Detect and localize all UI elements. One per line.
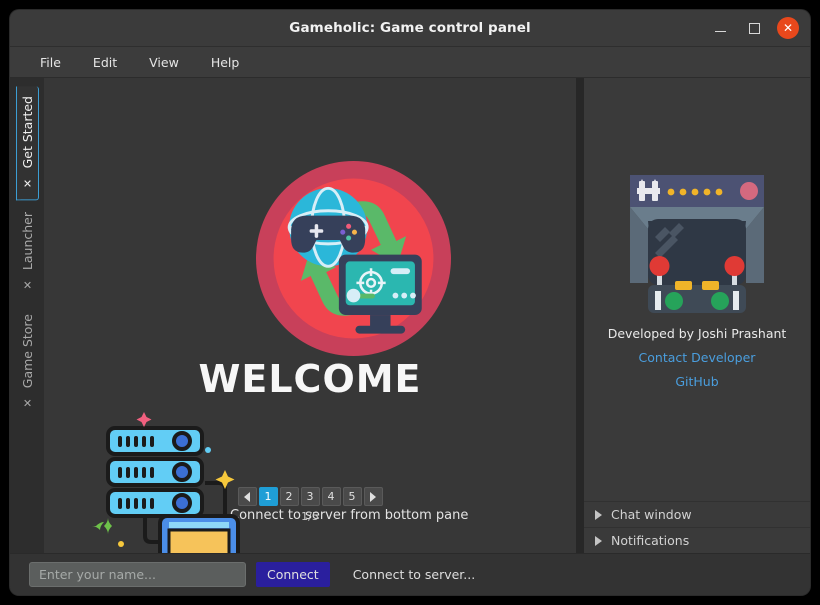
- tab-game-store[interactable]: ✕ Game Store: [17, 304, 38, 419]
- accordion-label: Chat window: [611, 507, 692, 522]
- tab-close-icon[interactable]: ✕: [21, 176, 34, 189]
- pagination-page-2[interactable]: 2: [279, 487, 299, 506]
- status-message: Connect to server...: [352, 567, 476, 582]
- menu-item-help[interactable]: Help: [199, 52, 252, 73]
- tab-label: Get Started: [19, 96, 35, 169]
- triangle-right-icon: [595, 509, 602, 520]
- connect-status-bar: Connect Connect to server...: [10, 553, 810, 595]
- minimize-button[interactable]: [709, 17, 731, 39]
- pagination-page-3[interactable]: 3: [300, 487, 320, 506]
- pagination-buttons: 1 2 3 4 5: [237, 487, 383, 506]
- tab-close-icon[interactable]: ✕: [21, 279, 34, 292]
- right-side-panel: Developed by Joshi Prashant Contact Deve…: [584, 78, 810, 553]
- triangle-left-icon: [244, 491, 250, 502]
- maximize-button[interactable]: [743, 17, 765, 39]
- accordion-chat-window[interactable]: Chat window: [584, 501, 810, 527]
- connect-button[interactable]: Connect: [256, 562, 330, 587]
- window-controls: ✕: [709, 17, 810, 39]
- contact-developer-link[interactable]: Contact Developer: [639, 350, 756, 365]
- menu-item-edit[interactable]: Edit: [81, 52, 129, 73]
- developer-credit: Developed by Joshi Prashant: [607, 326, 787, 341]
- developer-info-section: Developed by Joshi Prashant Contact Deve…: [584, 78, 810, 501]
- tab-label: Launcher: [19, 212, 35, 271]
- github-link[interactable]: GitHub: [675, 374, 718, 389]
- pagination-page-4[interactable]: 4: [321, 487, 341, 506]
- menu-bar: File Edit View Help: [10, 47, 810, 78]
- tab-label: Game Store: [19, 313, 35, 388]
- pagination-page-1[interactable]: 1: [258, 487, 278, 506]
- server-laptop-icon: [92, 412, 240, 553]
- tab-close-icon[interactable]: ✕: [21, 396, 34, 409]
- triangle-right-icon: [595, 535, 602, 546]
- menu-item-view[interactable]: View: [137, 52, 191, 73]
- pagination-next-button[interactable]: [363, 487, 383, 506]
- app-window: Gameholic: Game control panel ✕ File Edi…: [10, 10, 810, 595]
- accordion-notifications[interactable]: Notifications: [584, 527, 810, 553]
- tab-launcher[interactable]: ✕ Launcher: [17, 202, 38, 301]
- pagination-counter: 1/5: [301, 510, 319, 523]
- title-bar: Gameholic: Game control panel ✕: [10, 10, 810, 47]
- body-area: ✕ Get Started ✕ Launcher ✕ Game Store WE…: [10, 78, 810, 553]
- maximize-icon: [748, 22, 760, 34]
- vertical-tab-strip: ✕ Get Started ✕ Launcher ✕ Game Store: [10, 78, 44, 553]
- triangle-right-icon: [370, 491, 376, 502]
- page-title: WELCOME: [198, 357, 422, 401]
- menu-item-file[interactable]: File: [28, 52, 73, 73]
- close-button[interactable]: ✕: [777, 17, 799, 39]
- window-title: Gameholic: Game control panel: [289, 20, 531, 36]
- pane-splitter[interactable]: [576, 78, 584, 553]
- tab-get-started[interactable]: ✕ Get Started: [15, 86, 39, 201]
- online-gaming-icon: [256, 161, 451, 356]
- minimize-icon: [714, 30, 726, 33]
- accordion-label: Notifications: [611, 533, 690, 548]
- arcade-machine-icon: [630, 175, 764, 313]
- pagination: 1 2 3 4 5 1/5: [44, 487, 576, 523]
- name-input[interactable]: [29, 562, 246, 587]
- right-panel-accordion: Chat window Notifications: [584, 501, 810, 553]
- pagination-prev-button[interactable]: [237, 487, 257, 506]
- center-content-pane: WELCOME Connect to server from bottom pa…: [44, 78, 576, 553]
- close-icon: ✕: [782, 21, 794, 35]
- pagination-page-5[interactable]: 5: [342, 487, 362, 506]
